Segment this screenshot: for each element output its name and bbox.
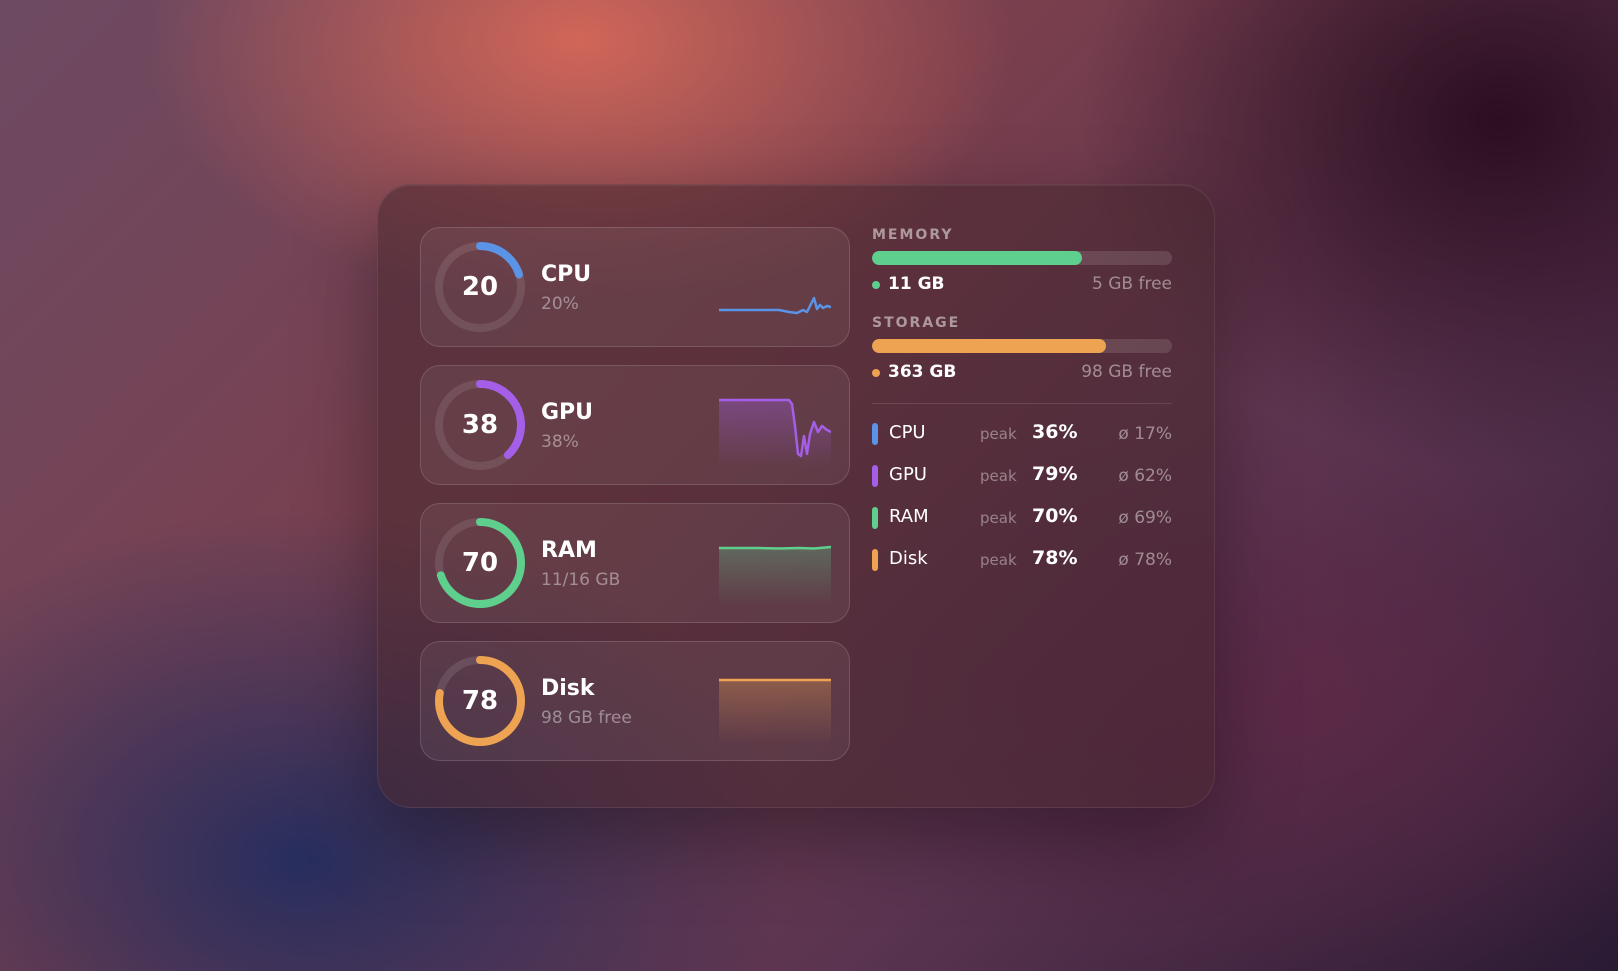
stat-name: Disk [889, 548, 928, 569]
stat-average-value: ø 17% [1118, 424, 1172, 444]
cpu-card-title: CPU [541, 262, 592, 287]
system-monitor-widget: 20 CPU 20% 38 GPU 38% 70 RAM 11/16 GB 78… [377, 184, 1215, 808]
gpu-card[interactable]: 38 GPU 38% [420, 365, 850, 485]
storage-legend-dot [872, 369, 880, 377]
stat-peak-value: 78% [1032, 547, 1078, 569]
gpu-color-indicator [872, 465, 878, 487]
cpu-color-indicator [872, 423, 878, 445]
section-divider [872, 403, 1172, 404]
stat-peak-value: 36% [1032, 421, 1078, 443]
disk-card-title: Disk [541, 676, 595, 701]
ram-card[interactable]: 70 RAM 11/16 GB [420, 503, 850, 623]
stat-name: CPU [889, 422, 926, 443]
gpu-card-title: GPU [541, 400, 594, 425]
cpu-gauge-value: 20 [461, 272, 499, 302]
stat-row-disk: Disk peak 78% ø 78% [872, 547, 1172, 573]
stat-average-value: ø 78% [1118, 550, 1172, 570]
disk-color-indicator [872, 549, 878, 571]
storage-usage-fill [872, 339, 1106, 353]
stat-row-ram: RAM peak 70% ø 69% [872, 505, 1172, 531]
memory-used-value: 11 GB [888, 274, 945, 294]
stat-peak-label: peak [980, 425, 1017, 443]
stat-peak-label: peak [980, 509, 1017, 527]
ram-card-title: RAM [541, 538, 597, 563]
stat-peak-value: 79% [1032, 463, 1078, 485]
disk-card-subtitle: 98 GB free [541, 708, 632, 728]
ram-color-indicator [872, 507, 878, 529]
memory-legend-dot [872, 281, 880, 289]
ram-sparkline [719, 545, 831, 606]
storage-used-value: 363 GB [888, 362, 957, 382]
disk-card[interactable]: 78 Disk 98 GB free [420, 641, 850, 761]
ram-gauge-value: 70 [461, 548, 499, 578]
cpu-card[interactable]: 20 CPU 20% [420, 227, 850, 347]
stat-peak-value: 70% [1032, 505, 1078, 527]
memory-free-value: 5 GB free [1092, 274, 1172, 294]
stat-row-gpu: GPU peak 79% ø 62% [872, 463, 1172, 489]
memory-section-label: MEMORY [872, 227, 954, 243]
stat-peak-label: peak [980, 467, 1017, 485]
stat-peak-label: peak [980, 551, 1017, 569]
gpu-gauge-value: 38 [461, 410, 499, 440]
disk-gauge-value: 78 [461, 686, 499, 716]
storage-usage-bar [872, 339, 1172, 353]
memory-usage-fill [872, 251, 1082, 265]
stat-name: RAM [889, 506, 929, 527]
gpu-card-subtitle: 38% [541, 432, 579, 452]
storage-section-label: STORAGE [872, 315, 961, 331]
cpu-card-subtitle: 20% [541, 294, 579, 314]
stat-average-value: ø 69% [1118, 508, 1172, 528]
gpu-sparkline [719, 398, 831, 468]
stat-name: GPU [889, 464, 927, 485]
disk-sparkline [719, 678, 831, 744]
ram-card-subtitle: 11/16 GB [541, 570, 621, 590]
stat-row-cpu: CPU peak 36% ø 17% [872, 421, 1172, 447]
memory-usage-bar [872, 251, 1172, 265]
cpu-sparkline [719, 296, 831, 315]
storage-free-value: 98 GB free [1081, 362, 1172, 382]
stat-average-value: ø 62% [1118, 466, 1172, 486]
